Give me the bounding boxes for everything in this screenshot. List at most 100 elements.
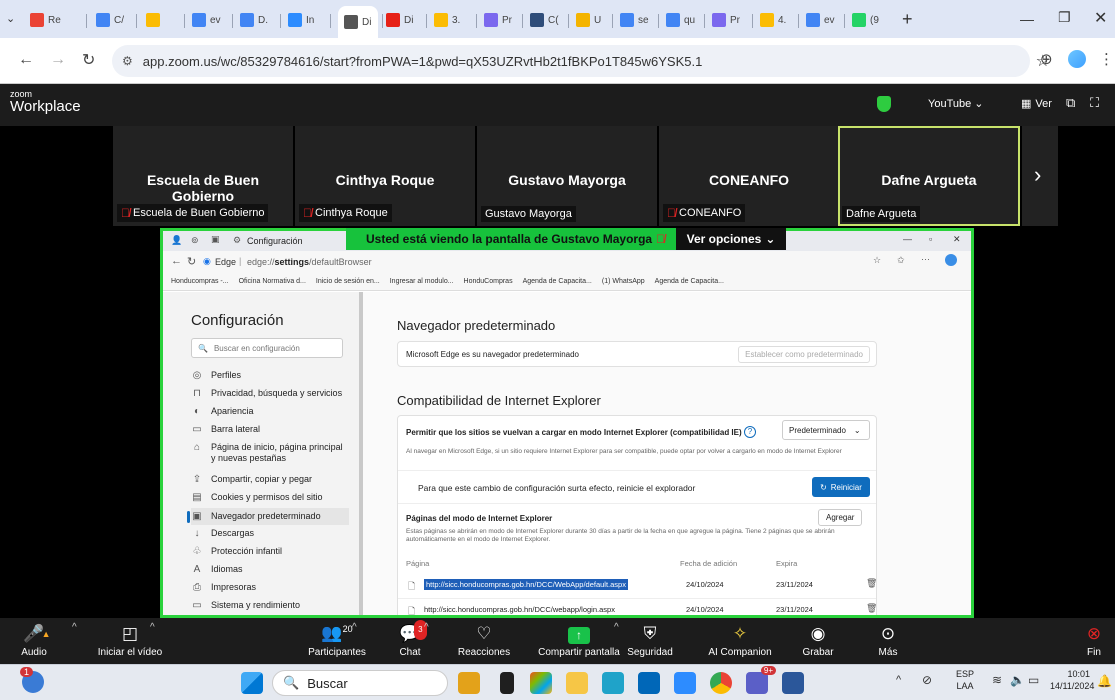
bookmark-item[interactable]: Agenda de Capacita...	[655, 278, 724, 285]
start-video-button[interactable]: ◰ Iniciar el vídeo	[92, 618, 168, 664]
input-language[interactable]: ESP LAA	[956, 668, 974, 692]
sidebar-item-proteccion-infantil[interactable]: ♧ Protección infantil	[191, 546, 346, 557]
browser-tab[interactable]: Di×	[338, 6, 378, 38]
clock[interactable]: 10:01 14/11/2024	[1050, 668, 1094, 692]
edge-favorite-star-icon[interactable]: ☆	[873, 255, 881, 266]
edge-back-icon[interactable]: ←	[171, 255, 182, 267]
task-view-icon[interactable]	[500, 672, 514, 694]
sidebar-item-perfiles[interactable]: ◎ Perfiles	[191, 370, 346, 381]
edge-url[interactable]: edge://settings/defaultBrowser	[247, 257, 372, 267]
new-tab-button[interactable]: +	[902, 9, 913, 30]
sidebar-item-sistema[interactable]: ▭ Sistema y rendimiento	[191, 600, 346, 611]
zoom-app-icon[interactable]	[674, 672, 696, 694]
settings-tab-title[interactable]: Configuración	[247, 236, 303, 246]
copilot-icon[interactable]	[945, 254, 957, 266]
browser-tab[interactable]: C(	[530, 8, 564, 32]
browser-tab[interactable]: ev	[806, 8, 840, 32]
video-tile[interactable]: Gustavo Mayorga Gustavo Mayorga	[477, 126, 657, 226]
wifi-icon[interactable]: ≋	[992, 673, 1002, 687]
tray-app-icon[interactable]: ⊘	[922, 673, 932, 687]
notification-widget-icon[interactable]: 1	[20, 667, 44, 693]
security-button[interactable]: ⛨ Seguridad	[622, 618, 678, 664]
pip-icon[interactable]: ⧉	[1066, 95, 1075, 111]
bookmark-item[interactable]: HonduCompras	[464, 278, 513, 285]
browser-tab[interactable]: U	[576, 8, 608, 32]
edge-minimize-icon[interactable]: —	[903, 234, 912, 244]
battery-icon[interactable]: ▭	[1028, 673, 1039, 687]
reload-icon[interactable]: ↻	[82, 50, 95, 70]
sidebar-item-idiomas[interactable]: A Idiomas	[191, 564, 346, 575]
table-row[interactable]: 🗋 http://sicc.honducompras.gob.hn/DCC/we…	[398, 598, 877, 615]
bookmark-item[interactable]: Oficina Normativa d...	[239, 278, 306, 285]
restart-button[interactable]: ↻ Reiniciar	[812, 477, 870, 497]
windows-start-icon[interactable]	[241, 672, 263, 694]
delete-icon[interactable]: 🗑	[866, 578, 877, 589]
sidebar-item-privacidad[interactable]: ⊓ Privacidad, búsqueda y servicios	[191, 388, 346, 399]
browser-tab[interactable]: C/	[96, 8, 132, 32]
record-button[interactable]: ◉ Grabar	[798, 618, 838, 664]
store-app-icon[interactable]	[638, 672, 660, 694]
bookmark-item[interactable]: Agenda de Capacita...	[523, 278, 592, 285]
sidebar-item-impresoras[interactable]: ⎙ Impresoras	[191, 582, 346, 593]
browser-tab[interactable]: (9	[852, 8, 888, 32]
bookmark-item[interactable]: Ingresar al modulo...	[390, 278, 454, 285]
browser-tab[interactable]: ev	[192, 8, 228, 32]
tray-chevron-icon[interactable]: ^	[896, 674, 901, 686]
bookmark-item[interactable]: Honducompras -...	[171, 278, 229, 285]
browser-tab[interactable]: se	[620, 8, 654, 32]
sidebar-item-apariencia[interactable]: ◐ Apariencia	[191, 406, 346, 417]
chat-chevron-icon[interactable]: ^	[424, 622, 429, 633]
share-chevron-icon[interactable]: ^	[614, 622, 619, 633]
profile-avatar[interactable]	[1068, 50, 1086, 68]
delete-icon[interactable]: 🗑	[866, 603, 877, 614]
browser-tab[interactable]: Pr	[712, 8, 748, 32]
participants-button[interactable]: 👥20 Participantes	[300, 618, 374, 664]
browser-tab[interactable]: Di	[386, 8, 422, 32]
browser-tab[interactable]: D.	[240, 8, 276, 32]
settings-search-input[interactable]: 🔍 Buscar en configuración	[191, 338, 343, 358]
file-explorer-icon[interactable]	[566, 672, 588, 694]
reactions-button[interactable]: ♡ Reacciones	[452, 618, 516, 664]
audio-options-chevron-icon[interactable]: ^	[72, 622, 77, 633]
sidebar-item-descargas[interactable]: ↓ Descargas	[191, 528, 346, 539]
ie-mode-select[interactable]: Predeterminado ⌄	[782, 420, 870, 440]
fullscreen-icon[interactable]: ⛶	[1090, 95, 1099, 111]
edge-app-icon[interactable]	[602, 672, 624, 694]
sidebar-item-compartir[interactable]: ⇪ Compartir, copiar y pegar	[191, 474, 346, 485]
edge-reload-icon[interactable]: ↻	[187, 255, 196, 268]
sidebar-item-cookies[interactable]: ▤ Cookies y permisos del sitio	[191, 492, 346, 503]
site-info-icon[interactable]: ⚙	[122, 54, 133, 68]
browser-tab[interactable]: Re	[30, 8, 82, 32]
video-options-chevron-icon[interactable]: ^	[150, 622, 155, 633]
sidebar-item-barra-lateral[interactable]: ▭ Barra lateral	[191, 424, 346, 435]
table-row[interactable]: 🗋 http://sicc.honducompras.gob.hn/DCC/We…	[398, 574, 877, 596]
close-window-icon[interactable]: ✕	[1094, 8, 1107, 28]
encryption-shield-icon[interactable]	[877, 96, 891, 112]
browser-tab[interactable]	[146, 8, 180, 32]
tab-search-chevron-icon[interactable]: ⌄	[6, 12, 15, 25]
browser-menu-icon[interactable]: ⋮	[1099, 50, 1114, 68]
next-page-button[interactable]: ›	[1022, 126, 1058, 226]
widget-app-icon[interactable]	[458, 672, 480, 694]
edge-favorites-icon[interactable]: ✩	[897, 255, 905, 266]
end-meeting-button[interactable]: ⊗ Fin	[1080, 618, 1108, 664]
workspaces-icon[interactable]: ⊚	[191, 235, 199, 246]
back-arrow-icon[interactable]: ←	[18, 51, 34, 69]
set-default-button[interactable]: Establecer como predeterminado	[738, 346, 870, 363]
chrome-app-icon[interactable]	[710, 672, 732, 694]
teams-app-icon[interactable]: 9+	[746, 666, 776, 694]
browser-tab[interactable]: 4.	[760, 8, 794, 32]
edge-restore-icon[interactable]: ▫	[929, 234, 932, 244]
sidebar-item-pagina-inicio[interactable]: ⌂ Página de inicio, página principal y nu…	[191, 442, 346, 464]
browser-tab[interactable]: qu	[666, 8, 700, 32]
bookmark-item[interactable]: (1) WhatsApp	[602, 278, 645, 285]
video-tile-active[interactable]: Dafne Argueta Dafne Argueta	[838, 126, 1020, 226]
ai-companion-button[interactable]: ✧ AI Companion	[702, 618, 778, 664]
participants-chevron-icon[interactable]: ^	[352, 622, 357, 633]
help-icon[interactable]: ?	[744, 426, 756, 438]
forward-arrow-icon[interactable]: →	[50, 51, 66, 69]
copilot-app-icon[interactable]	[530, 672, 552, 694]
video-tile[interactable]: Cinthya Roque 🎙̸ Cinthya Roque	[295, 126, 475, 226]
minimize-icon[interactable]: —	[1020, 11, 1034, 27]
video-tile[interactable]: CONEANFO 🎙̸ CONEANFO	[659, 126, 839, 226]
